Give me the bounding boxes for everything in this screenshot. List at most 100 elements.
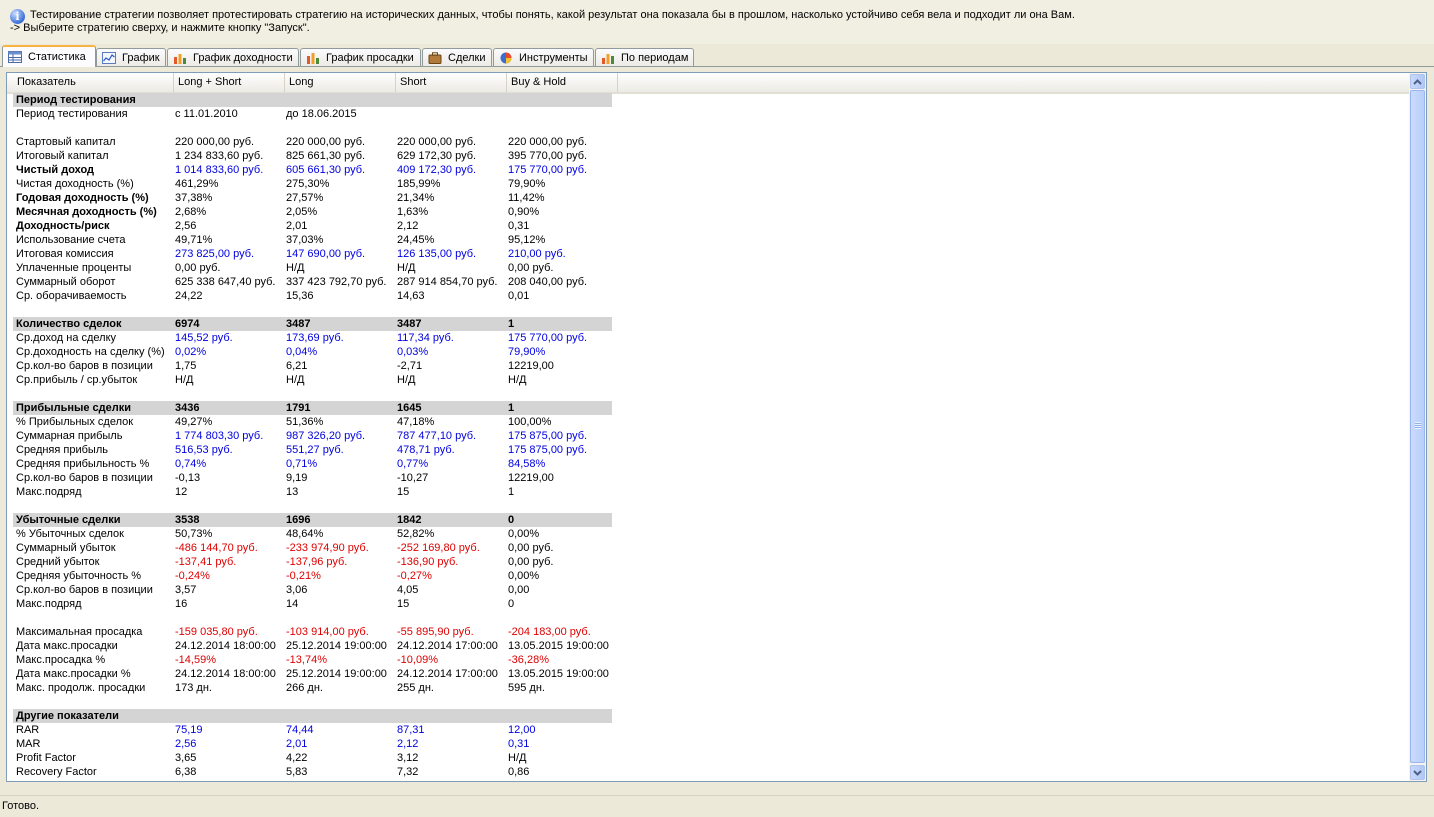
table-row: Суммарная прибыль 1 774 803,30 руб. 987 32… bbox=[7, 429, 1409, 443]
tab-instruments[interactable]: Инструменты bbox=[493, 48, 594, 66]
value-long-short: 173 дн. bbox=[175, 682, 212, 694]
value-long: Н/Д bbox=[286, 374, 305, 386]
value-long: 74,44 bbox=[286, 724, 314, 736]
tab-label: Статистика bbox=[28, 51, 86, 63]
table-row: MAR 2,56 2,01 2,12 0,31 bbox=[7, 737, 1409, 751]
value-buy-hold: 11,42% bbox=[508, 192, 545, 204]
value-long: 275,30% bbox=[286, 178, 330, 190]
scroll-thumb[interactable] bbox=[1410, 90, 1425, 763]
value-short: 52,82% bbox=[397, 528, 435, 540]
value-short bbox=[397, 107, 507, 121]
value-long: 9,19 bbox=[286, 472, 308, 484]
metric-label: Чистый доход bbox=[16, 164, 95, 176]
value-short: -0,27% bbox=[397, 570, 432, 582]
value-long-short: 2,56 bbox=[175, 220, 197, 232]
spacer-row bbox=[7, 499, 1409, 513]
chevron-down-icon bbox=[1413, 769, 1422, 776]
metric-label: MAR bbox=[16, 738, 41, 750]
value-buy-hold: 175 770,00 руб. bbox=[508, 332, 588, 344]
value-buy-hold: 1 bbox=[508, 486, 515, 498]
value-long-short: 0,00 руб. bbox=[175, 262, 221, 274]
value-short: 24.12.2014 17:00:00 bbox=[397, 640, 498, 652]
value-short: 220 000,00 руб. bbox=[397, 136, 477, 148]
value-buy-hold: 0,90% bbox=[508, 206, 540, 218]
value-long: 266 дн. bbox=[286, 682, 323, 694]
value-short: -2,71 bbox=[397, 360, 423, 372]
value-long: 147 690,00 руб. bbox=[286, 248, 366, 260]
value-short: 185,99% bbox=[397, 178, 441, 190]
value-short: 0,03% bbox=[397, 346, 429, 358]
value-short: 287 914 854,70 руб. bbox=[397, 276, 498, 288]
value-buy-hold bbox=[508, 709, 618, 723]
table-row: Месячная доходность (%) 2,68% 2,05% 1,63% 0,… bbox=[7, 205, 1409, 219]
value-long-short: -14,59% bbox=[175, 654, 216, 666]
metric-label: Итоговая комиссия bbox=[16, 248, 114, 260]
table-row: Дата макс.просадки % 24.12.2014 18:00:00 2… bbox=[7, 667, 1409, 681]
metric-label: Чистая доходность (%) bbox=[16, 178, 134, 190]
value-long-short bbox=[175, 709, 285, 723]
scroll-down-button[interactable] bbox=[1410, 765, 1425, 780]
table-row: Recovery Factor 6,38 5,83 7,32 0,86 bbox=[7, 765, 1409, 779]
value-long bbox=[286, 93, 396, 107]
value-buy-hold: 84,58% bbox=[508, 458, 546, 470]
value-long-short: -137,41 руб. bbox=[175, 556, 237, 568]
metric-label: Убыточные сделки bbox=[16, 514, 121, 526]
value-buy-hold: 0 bbox=[508, 598, 515, 610]
tab-chart[interactable]: График bbox=[96, 48, 166, 66]
tab-divider bbox=[0, 66, 1434, 67]
table-row: Profit Factor 3,65 4,22 3,12 Н/Д bbox=[7, 751, 1409, 765]
value-buy-hold: 595 дн. bbox=[508, 682, 545, 694]
value-short: 3,12 bbox=[397, 752, 419, 764]
tab-label: Сделки bbox=[448, 51, 486, 64]
tab-trades[interactable]: Сделки bbox=[422, 48, 492, 66]
info-text-line-2: -> Выберите стратегию сверху, и нажмите … bbox=[10, 22, 310, 34]
value-long: -0,21% bbox=[286, 570, 321, 582]
value-short: 255 дн. bbox=[397, 682, 434, 694]
bar-chart-icon bbox=[307, 52, 319, 64]
value-short: 24.12.2014 17:00:00 bbox=[397, 668, 498, 680]
tab-drawdown-chart[interactable]: График просадки bbox=[300, 48, 421, 66]
column-header-buy-hold[interactable]: Buy & Hold bbox=[507, 73, 618, 92]
metric-label: Месячная доходность (%) bbox=[16, 206, 157, 218]
value-long-short: 220 000,00 руб. bbox=[175, 136, 255, 148]
value-long: 220 000,00 руб. bbox=[286, 136, 366, 148]
statistics-panel: Показатель Long + Short Long Short Buy &… bbox=[6, 72, 1427, 782]
table-row: Ср. оборачиваемость 24,22 15,36 14,63 0,01 bbox=[7, 289, 1409, 303]
metric-label: Суммарный оборот bbox=[16, 276, 116, 288]
column-header-long[interactable]: Long bbox=[285, 73, 396, 92]
vertical-scrollbar[interactable] bbox=[1409, 73, 1426, 781]
value-buy-hold: 0,00% bbox=[508, 570, 540, 582]
value-short: -252 169,80 руб. bbox=[397, 542, 480, 554]
tab-by-period[interactable]: По периодам bbox=[595, 48, 694, 66]
scroll-up-button[interactable] bbox=[1410, 74, 1425, 89]
column-header-long-short[interactable]: Long + Short bbox=[174, 73, 285, 92]
metric-label: Суммарный убыток bbox=[16, 542, 116, 554]
value-buy-hold: 0,00 руб. bbox=[508, 262, 554, 274]
value-long: 13 bbox=[286, 486, 299, 498]
value-long: 25.12.2014 19:00:00 bbox=[286, 640, 387, 652]
value-long-short: 75,19 bbox=[175, 724, 203, 736]
tab-statistics[interactable]: Статистика bbox=[2, 45, 96, 67]
value-long-short: 1 234 833,60 руб. bbox=[175, 150, 264, 162]
table-row: RAR 75,19 74,44 87,31 12,00 bbox=[7, 723, 1409, 737]
value-short: -10,09% bbox=[397, 654, 438, 666]
tab-return-chart[interactable]: График доходности bbox=[167, 48, 299, 66]
value-long: 3487 bbox=[286, 318, 311, 330]
value-short bbox=[397, 709, 507, 723]
value-long-short: 625 338 647,40 руб. bbox=[175, 276, 276, 288]
value-long-short: 24.12.2014 18:00:00 bbox=[175, 640, 276, 652]
column-header-short[interactable]: Short bbox=[396, 73, 507, 92]
value-long-short: 6974 bbox=[175, 318, 200, 330]
bar-chart-icon bbox=[174, 53, 186, 64]
metric-label: Ср.кол-во баров в позиции bbox=[16, 360, 153, 372]
grip-icon bbox=[1415, 422, 1421, 429]
table-row: Ср.доходность на сделку (%) 0,02% 0,04% 0,0… bbox=[7, 345, 1409, 359]
value-buy-hold: 395 770,00 руб. bbox=[508, 150, 588, 162]
metric-label: Использование счета bbox=[16, 234, 126, 246]
value-buy-hold: 0,31 bbox=[508, 220, 530, 232]
value-short: 117,34 руб. bbox=[397, 332, 454, 344]
column-header-metric[interactable]: Показатель bbox=[13, 73, 174, 92]
chevron-up-icon bbox=[1413, 78, 1422, 85]
table-row: Макс.просадка % -14,59% -13,74% -10,09% -36,… bbox=[7, 653, 1409, 667]
table-row: Итоговая комиссия 273 825,00 руб. 147 690,… bbox=[7, 247, 1409, 261]
